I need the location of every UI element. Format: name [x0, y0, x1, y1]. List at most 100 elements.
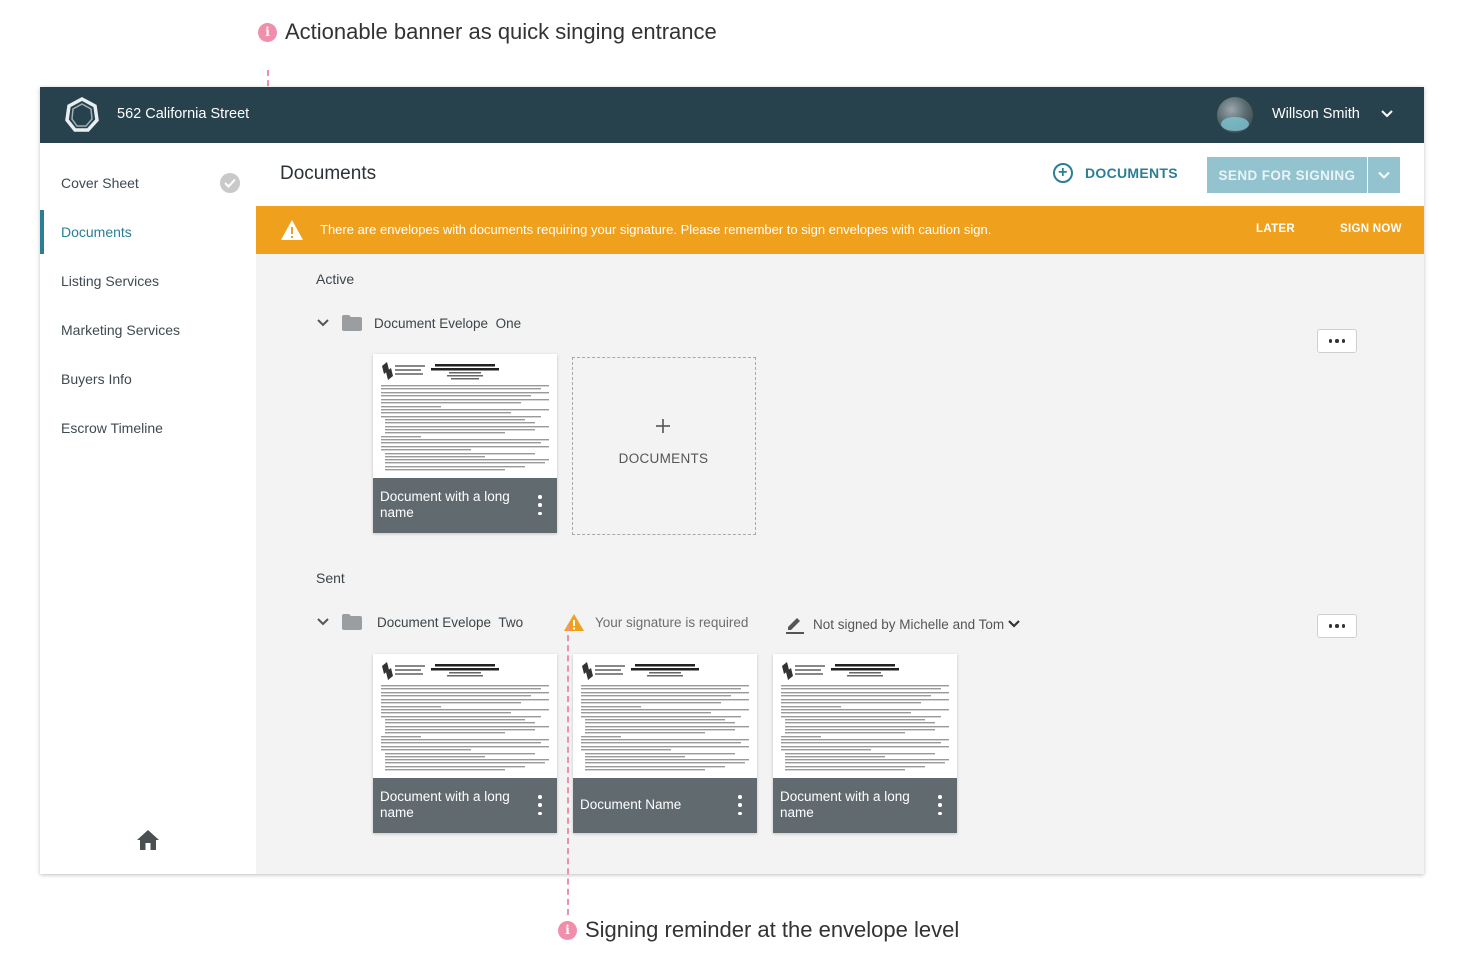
section-label-active: Active: [316, 271, 355, 287]
property-address: 562 California Street: [117, 106, 250, 122]
user-name[interactable]: Willson Smith: [1272, 106, 1360, 122]
not-signed-status[interactable]: Not signed by Michelle and Tom: [785, 614, 1021, 634]
envelope-more-button[interactable]: [1317, 329, 1357, 353]
page-title: Documents: [280, 163, 377, 184]
envelope-annotation-text: Signing reminder at the envelope level: [585, 917, 960, 942]
warning-icon: [281, 220, 303, 240]
banner-annotation-text: Actionable banner as quick singing entra…: [285, 19, 717, 44]
document-thumbnail: [773, 654, 957, 778]
plus-icon: [656, 419, 670, 433]
plus-circle-icon: +: [1053, 163, 1073, 183]
kebab-dot: [938, 795, 942, 799]
document-name: Document Name: [580, 797, 682, 812]
check-icon: [220, 173, 240, 193]
envelope-name: Document Evelope Two: [377, 614, 524, 630]
kebab-dot: [938, 803, 942, 807]
add-documents-button[interactable]: + DOCUMENTS: [1053, 163, 1178, 183]
kebab-menu-icon[interactable]: [537, 795, 543, 815]
send-options-dropdown[interactable]: [1368, 157, 1400, 193]
document-card-footer: Document with a long name: [773, 778, 957, 833]
sidebar-item-label: Documents: [61, 224, 132, 240]
more-dot: [1341, 339, 1346, 343]
document-card[interactable]: Document with a long name: [773, 654, 957, 833]
add-document-label: DOCUMENTS: [618, 451, 709, 466]
banner-message: There are envelopes with documents requi…: [320, 222, 992, 237]
document-card-footer: Document with a long name: [373, 478, 557, 533]
logo-icon[interactable]: [64, 97, 100, 133]
not-signed-text: Not signed by Michelle and Tom: [813, 616, 1005, 632]
kebab-dot: [938, 811, 942, 815]
kebab-menu-icon[interactable]: [937, 795, 943, 815]
sidebar-item-label: Cover Sheet: [61, 175, 139, 191]
document-thumbnail: [373, 354, 557, 478]
document-card-footer: Document Name: [573, 778, 757, 833]
more-dot: [1328, 624, 1333, 628]
chevron-down-icon: [1378, 171, 1390, 179]
main-content: Documents + DOCUMENTS SEND FOR SIGNING T…: [256, 143, 1424, 874]
sign-now-button[interactable]: SIGN NOW: [1340, 223, 1402, 235]
sidebar-item-documents[interactable]: Documents: [40, 210, 256, 254]
add-documents-label: DOCUMENTS: [1085, 165, 1178, 181]
send-for-signing-button[interactable]: SEND FOR SIGNING: [1207, 157, 1367, 193]
sidebar-item-label: Marketing Services: [61, 322, 181, 338]
kebab-dot: [738, 795, 742, 799]
info-icon: i: [258, 22, 277, 42]
envelope-name: Document Evelope One: [374, 315, 522, 331]
document-name: Document with a long name: [380, 789, 510, 820]
document-name: Document with a long name: [380, 489, 510, 520]
folder-icon: [342, 315, 362, 331]
chevron-down-icon[interactable]: [1007, 617, 1021, 631]
more-dot: [1328, 339, 1333, 343]
more-dot: [1335, 339, 1339, 343]
sidebar-item-buyers-info[interactable]: Buyers Info: [40, 357, 256, 401]
page-header: Documents + DOCUMENTS SEND FOR SIGNING: [256, 143, 1424, 206]
kebab-dot: [738, 811, 742, 815]
app-window: 562 California Street Willson Smith Cove…: [40, 87, 1424, 874]
kebab-menu-icon[interactable]: [537, 495, 543, 515]
sidebar: Cover Sheet Documents Listing Services M…: [40, 143, 256, 874]
envelope-annotation: i Signing reminder at the envelope level: [558, 917, 959, 943]
kebab-dot: [538, 511, 542, 515]
document-thumbnail: [373, 654, 557, 778]
envelope-row-one[interactable]: Document Evelope One: [316, 311, 521, 335]
annotation-leader-line: [567, 625, 569, 915]
top-bar: 562 California Street Willson Smith: [40, 87, 1424, 143]
document-card-footer: Document with a long name: [373, 778, 557, 833]
avatar[interactable]: [1217, 97, 1253, 133]
kebab-dot: [538, 495, 542, 499]
later-button[interactable]: LATER: [1256, 223, 1295, 235]
sidebar-item-label: Escrow Timeline: [61, 420, 163, 436]
sidebar-item-label: Buyers Info: [61, 371, 132, 387]
info-icon: i: [558, 920, 577, 940]
signature-banner: There are envelopes with documents requi…: [256, 206, 1424, 254]
home-icon[interactable]: [136, 829, 160, 851]
document-card[interactable]: Document with a long name: [373, 354, 557, 533]
sidebar-item-marketing-services[interactable]: Marketing Services: [40, 308, 256, 352]
banner-annotation: i Actionable banner as quick singing ent…: [258, 19, 717, 45]
section-label-sent: Sent: [316, 570, 345, 586]
kebab-dot: [538, 503, 542, 507]
kebab-dot: [538, 811, 542, 815]
sidebar-item-listing-services[interactable]: Listing Services: [40, 259, 256, 303]
envelope-more-button[interactable]: [1317, 614, 1357, 638]
kebab-dot: [738, 803, 742, 807]
chevron-down-icon[interactable]: [316, 615, 330, 629]
chevron-down-icon[interactable]: [1380, 107, 1394, 121]
sidebar-item-cover-sheet[interactable]: Cover Sheet: [40, 161, 256, 205]
document-thumbnail: [573, 654, 757, 778]
kebab-menu-icon[interactable]: [737, 795, 743, 815]
document-name: Document with a long name: [780, 789, 910, 820]
pen-icon: [786, 618, 804, 634]
more-dot: [1341, 624, 1346, 628]
add-document-card[interactable]: DOCUMENTS: [572, 357, 756, 535]
document-card[interactable]: Document Name: [573, 654, 757, 833]
envelope-row-two[interactable]: Document Evelope Two: [316, 610, 523, 634]
sidebar-item-escrow-timeline[interactable]: Escrow Timeline: [40, 406, 256, 450]
kebab-dot: [538, 803, 542, 807]
folder-icon: [342, 614, 362, 630]
signature-required-status[interactable]: Your signature is required: [563, 613, 748, 632]
document-card[interactable]: Document with a long name: [373, 654, 557, 833]
chevron-down-icon[interactable]: [316, 316, 330, 330]
kebab-dot: [538, 795, 542, 799]
signature-required-text: Your signature is required: [595, 615, 749, 630]
